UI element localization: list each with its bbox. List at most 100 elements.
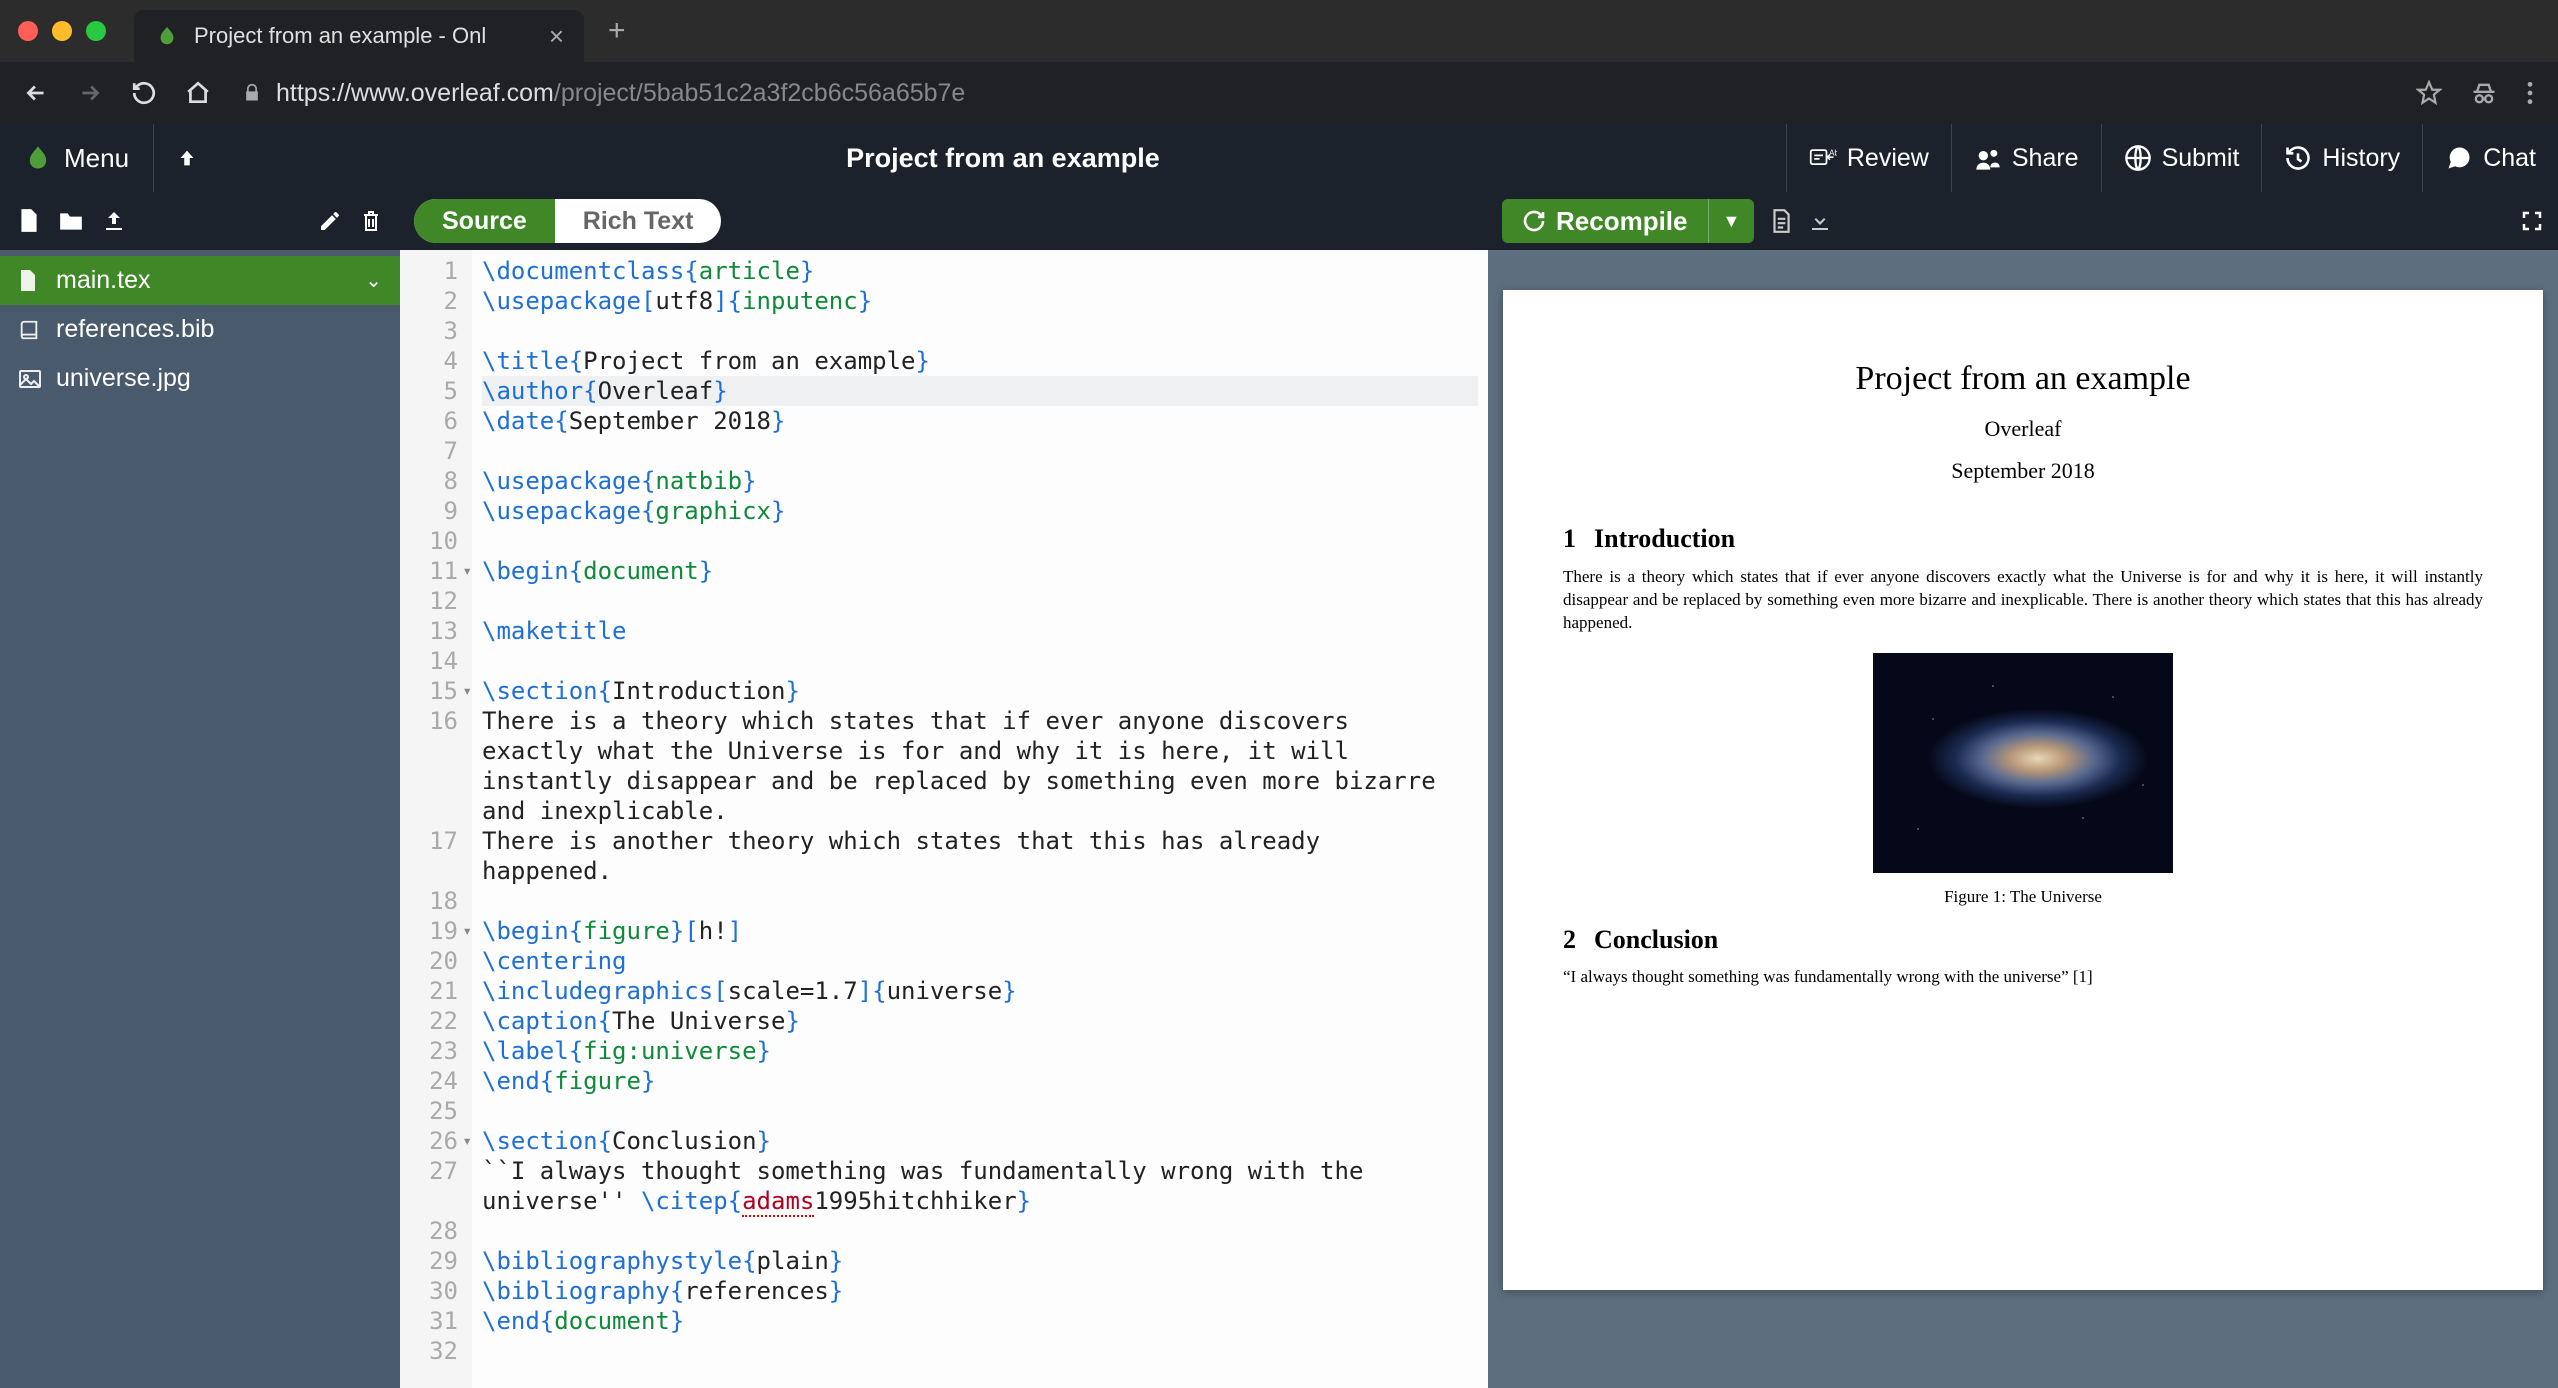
pdf-page: Project from an example Overleaf Septemb… — [1503, 290, 2543, 1290]
review-button[interactable]: Ab Review — [1786, 124, 1951, 192]
new-folder-icon[interactable] — [58, 210, 84, 232]
book-icon — [18, 319, 42, 341]
pdf-viewer[interactable]: Project from an example Overleaf Septemb… — [1488, 250, 2558, 1388]
code-line[interactable] — [482, 586, 1478, 616]
delete-icon[interactable] — [360, 209, 382, 233]
code-line[interactable]: There is another theory which states tha… — [482, 826, 1478, 856]
code-line[interactable]: ``I always thought something was fundame… — [482, 1156, 1478, 1186]
code-line[interactable]: \author{Overleaf} — [482, 376, 1478, 406]
code-line[interactable] — [482, 436, 1478, 466]
code-line[interactable] — [482, 1336, 1478, 1366]
window-maximize-button[interactable] — [86, 21, 106, 41]
tab-close-icon[interactable]: × — [549, 21, 564, 52]
browser-menu-icon[interactable] — [2526, 80, 2534, 106]
view-logs-icon[interactable] — [1770, 208, 1792, 234]
code-line[interactable]: \centering — [482, 946, 1478, 976]
window-close-button[interactable] — [18, 21, 38, 41]
bookmark-star-icon[interactable] — [2416, 80, 2442, 106]
pdf-figure: Figure 1: The Universe — [1563, 653, 2483, 907]
code-line[interactable]: \section{Conclusion} — [482, 1126, 1478, 1156]
pdf-section-1: 1Introduction — [1563, 524, 2483, 554]
file-item-universe-jpg[interactable]: universe.jpg — [0, 354, 400, 403]
history-button[interactable]: History — [2261, 124, 2422, 192]
share-button[interactable]: Share — [1951, 124, 2101, 192]
pdf-date: September 2018 — [1563, 458, 2483, 484]
overleaf-favicon-icon — [154, 23, 180, 49]
file-item-main-tex[interactable]: main.tex⌄ — [0, 256, 400, 305]
code-line[interactable]: \caption{The Universe} — [482, 1006, 1478, 1036]
code-line[interactable]: \section{Introduction} — [482, 676, 1478, 706]
code-line[interactable] — [482, 1096, 1478, 1126]
reload-button[interactable] — [122, 71, 166, 115]
code-line[interactable] — [482, 316, 1478, 346]
code-line[interactable]: \label{fig:universe} — [482, 1036, 1478, 1066]
recompile-button[interactable]: Recompile — [1502, 206, 1708, 237]
code-line[interactable]: \usepackage{graphicx} — [482, 496, 1478, 526]
code-line[interactable]: \documentclass{article} — [482, 256, 1478, 286]
code-line[interactable] — [482, 646, 1478, 676]
pdf-figure-caption: Figure 1: The Universe — [1563, 887, 2483, 907]
code-line[interactable]: \bibliography{references} — [482, 1276, 1478, 1306]
file-item-references-bib[interactable]: references.bib — [0, 305, 400, 354]
code-line[interactable]: \end{document} — [482, 1306, 1478, 1336]
code-line[interactable]: \includegraphics[scale=1.7]{universe} — [482, 976, 1478, 1006]
back-button[interactable] — [14, 71, 58, 115]
code-line[interactable] — [482, 886, 1478, 916]
menu-button[interactable]: Menu — [0, 124, 153, 192]
file-tree: main.tex⌄references.bib universe.jpg — [0, 250, 400, 403]
header-actions: Ab Review Share Submit History Chat — [1786, 124, 2558, 192]
browser-chrome: Project from an example - Onl × + https:… — [0, 0, 2558, 124]
download-pdf-icon[interactable] — [1808, 209, 1832, 233]
pdf-paragraph: There is a theory which states that if e… — [1563, 566, 2483, 635]
forward-button[interactable] — [68, 71, 112, 115]
code-line[interactable]: \usepackage{natbib} — [482, 466, 1478, 496]
code-line[interactable]: \date{September 2018} — [482, 406, 1478, 436]
code-line[interactable]: instantly disappear and be replaced by s… — [482, 766, 1478, 796]
pdf-pane: Recompile ▼ Project from an example Over… — [1488, 192, 2558, 1388]
editor-pane: Source Rich Text 12345678910111213141516… — [400, 192, 1488, 1388]
file-tree-toolbar — [0, 192, 400, 250]
browser-toolbar-right — [2416, 79, 2534, 107]
overleaf-logo-icon — [24, 144, 52, 172]
code-line[interactable]: \end{figure} — [482, 1066, 1478, 1096]
browser-tab[interactable]: Project from an example - Onl × — [134, 10, 584, 62]
new-tab-button[interactable]: + — [608, 14, 626, 48]
code-area[interactable]: \documentclass{article}\usepackage[utf8]… — [472, 250, 1488, 1388]
code-line[interactable]: \maketitle — [482, 616, 1478, 646]
code-line[interactable]: \begin{document} — [482, 556, 1478, 586]
tab-source[interactable]: Source — [414, 199, 555, 243]
code-line[interactable]: universe'' \citep{adams1995hitchhiker} — [482, 1186, 1478, 1216]
tab-rich-text[interactable]: Rich Text — [555, 199, 722, 243]
code-line[interactable]: There is a theory which states that if e… — [482, 706, 1478, 736]
submit-button[interactable]: Submit — [2101, 124, 2262, 192]
code-editor[interactable]: 1234567891011121314151617181920212223242… — [400, 250, 1488, 1388]
recompile-dropdown-button[interactable]: ▼ — [1708, 199, 1755, 243]
new-file-icon[interactable] — [18, 208, 40, 234]
chat-button[interactable]: Chat — [2422, 124, 2558, 192]
rename-icon[interactable] — [318, 209, 342, 233]
file-tree-sidebar: main.tex⌄references.bib universe.jpg — [0, 192, 400, 1388]
url-input[interactable]: https://www.overleaf.com/project/5bab51c… — [230, 71, 2406, 115]
recompile-button-group: Recompile ▼ — [1502, 199, 1754, 243]
upload-icon[interactable] — [102, 209, 126, 233]
code-line[interactable]: exactly what the Universe is for and why… — [482, 736, 1478, 766]
code-line[interactable]: \begin{figure}[h!] — [482, 916, 1478, 946]
browser-tab-title: Project from an example - Onl — [194, 23, 535, 49]
code-line[interactable]: happened. — [482, 856, 1478, 886]
code-line[interactable]: \bibliographystyle{plain} — [482, 1246, 1478, 1276]
chevron-down-icon: ⌄ — [365, 268, 382, 293]
code-line[interactable] — [482, 1216, 1478, 1246]
fullscreen-icon[interactable] — [2520, 209, 2544, 233]
code-line[interactable] — [482, 526, 1478, 556]
code-line[interactable]: and inexplicable. — [482, 796, 1478, 826]
window-minimize-button[interactable] — [52, 21, 72, 41]
code-line[interactable]: \usepackage[utf8]{inputenc} — [482, 286, 1478, 316]
code-line[interactable]: \title{Project from an example} — [482, 346, 1478, 376]
incognito-icon[interactable] — [2470, 79, 2498, 107]
back-to-projects-button[interactable] — [153, 124, 220, 192]
file-name: universe.jpg — [56, 364, 191, 393]
line-gutter: 1234567891011121314151617181920212223242… — [400, 250, 472, 1388]
home-button[interactable] — [176, 71, 220, 115]
image-icon — [18, 369, 42, 389]
pdf-author: Overleaf — [1563, 416, 2483, 442]
